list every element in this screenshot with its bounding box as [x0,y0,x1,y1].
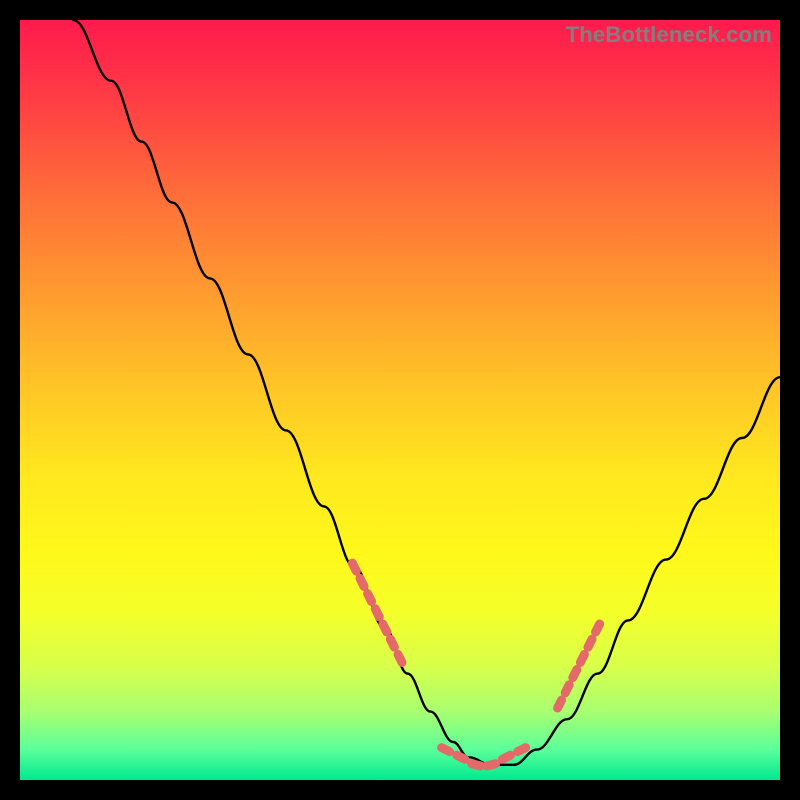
chart-frame: TheBottleneck.com [20,20,780,780]
curve-markers [346,557,605,771]
bottleneck-curve [73,20,780,765]
curve-layer [20,20,780,780]
watermark-text: TheBottleneck.com [566,22,772,48]
